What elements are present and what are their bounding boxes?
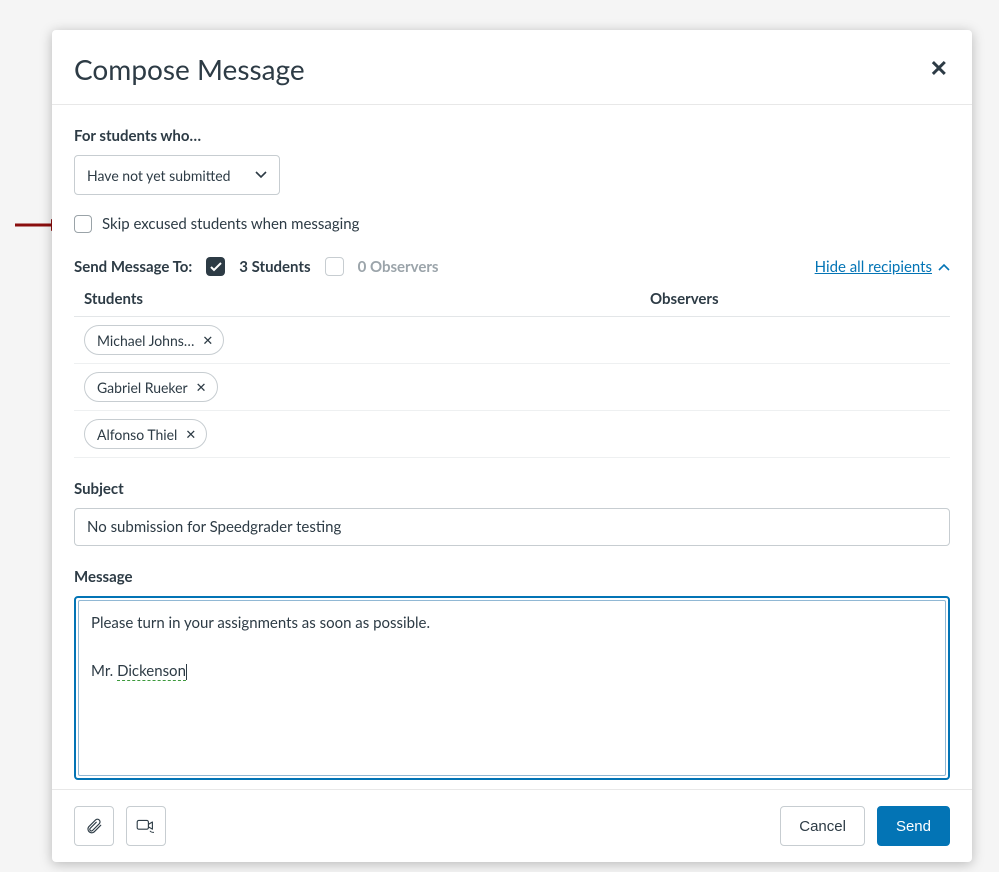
check-icon (210, 262, 222, 272)
close-icon: ✕ (930, 56, 948, 81)
send-to-row: Send Message To: 3 Students 0 Observers … (74, 257, 950, 276)
cancel-button[interactable]: Cancel (780, 806, 865, 846)
recipient-row: Alfonso Thiel ✕ (74, 411, 950, 458)
remove-recipient-icon[interactable]: ✕ (196, 379, 207, 396)
recipient-pill: Gabriel Rueker ✕ (84, 372, 218, 402)
subject-section: Subject (74, 480, 950, 546)
chevron-down-icon (255, 171, 267, 179)
skip-excused-label: Skip excused students when messaging (102, 215, 359, 233)
recipient-name: Alfonso Thiel (97, 426, 177, 443)
remove-recipient-icon[interactable]: ✕ (185, 426, 196, 443)
students-column-header: Students (84, 290, 650, 308)
send-to-label: Send Message To: (74, 258, 192, 276)
observers-column-header: Observers (650, 290, 950, 308)
hide-recipients-label: Hide all recipients (815, 258, 932, 276)
media-icon (136, 818, 156, 834)
observers-checkbox[interactable] (325, 257, 344, 276)
recipients-header: Students Observers (74, 286, 950, 317)
criteria-select[interactable]: Have not yet submitted (74, 155, 280, 195)
observers-count: 0 Observers (358, 258, 439, 276)
text-cursor (186, 664, 187, 680)
attach-file-button[interactable] (74, 806, 114, 846)
send-button[interactable]: Send (877, 806, 950, 846)
skip-excused-checkbox[interactable] (74, 215, 92, 233)
recipient-row: Gabriel Rueker ✕ (74, 364, 950, 411)
students-count: 3 Students (239, 258, 310, 276)
modal-footer: Cancel Send (52, 789, 972, 862)
hide-recipients-link[interactable]: Hide all recipients (815, 258, 950, 276)
recipient-row: Michael Johns… ✕ (74, 317, 950, 364)
paperclip-icon (85, 817, 103, 835)
recipient-name: Michael Johns… (97, 332, 194, 349)
criteria-selected-value: Have not yet submitted (87, 167, 230, 184)
recipient-name: Gabriel Rueker (97, 379, 188, 396)
subject-label: Subject (74, 480, 950, 498)
modal-title: Compose Message (74, 52, 305, 86)
students-checkbox[interactable] (206, 257, 225, 276)
subject-input[interactable] (74, 508, 950, 546)
close-button[interactable]: ✕ (930, 58, 948, 80)
skip-excused-row: Skip excused students when messaging (74, 215, 950, 233)
remove-recipient-icon[interactable]: ✕ (202, 332, 213, 349)
media-button[interactable] (126, 806, 166, 846)
message-section: Message Please turn in your assignments … (74, 568, 950, 780)
message-textarea[interactable]: Please turn in your assignments as soon … (74, 596, 950, 780)
recipient-pill: Michael Johns… ✕ (84, 325, 224, 355)
recipient-pill: Alfonso Thiel ✕ (84, 419, 207, 449)
modal-body: For students who… Have not yet submitted… (52, 105, 972, 789)
chevron-up-icon (938, 263, 950, 271)
message-content: Please turn in your assignments as soon … (78, 600, 946, 776)
message-label: Message (74, 568, 950, 586)
compose-message-modal: Compose Message ✕ For students who… Have… (52, 30, 972, 862)
criteria-label: For students who… (74, 127, 950, 145)
modal-header: Compose Message ✕ (52, 30, 972, 105)
